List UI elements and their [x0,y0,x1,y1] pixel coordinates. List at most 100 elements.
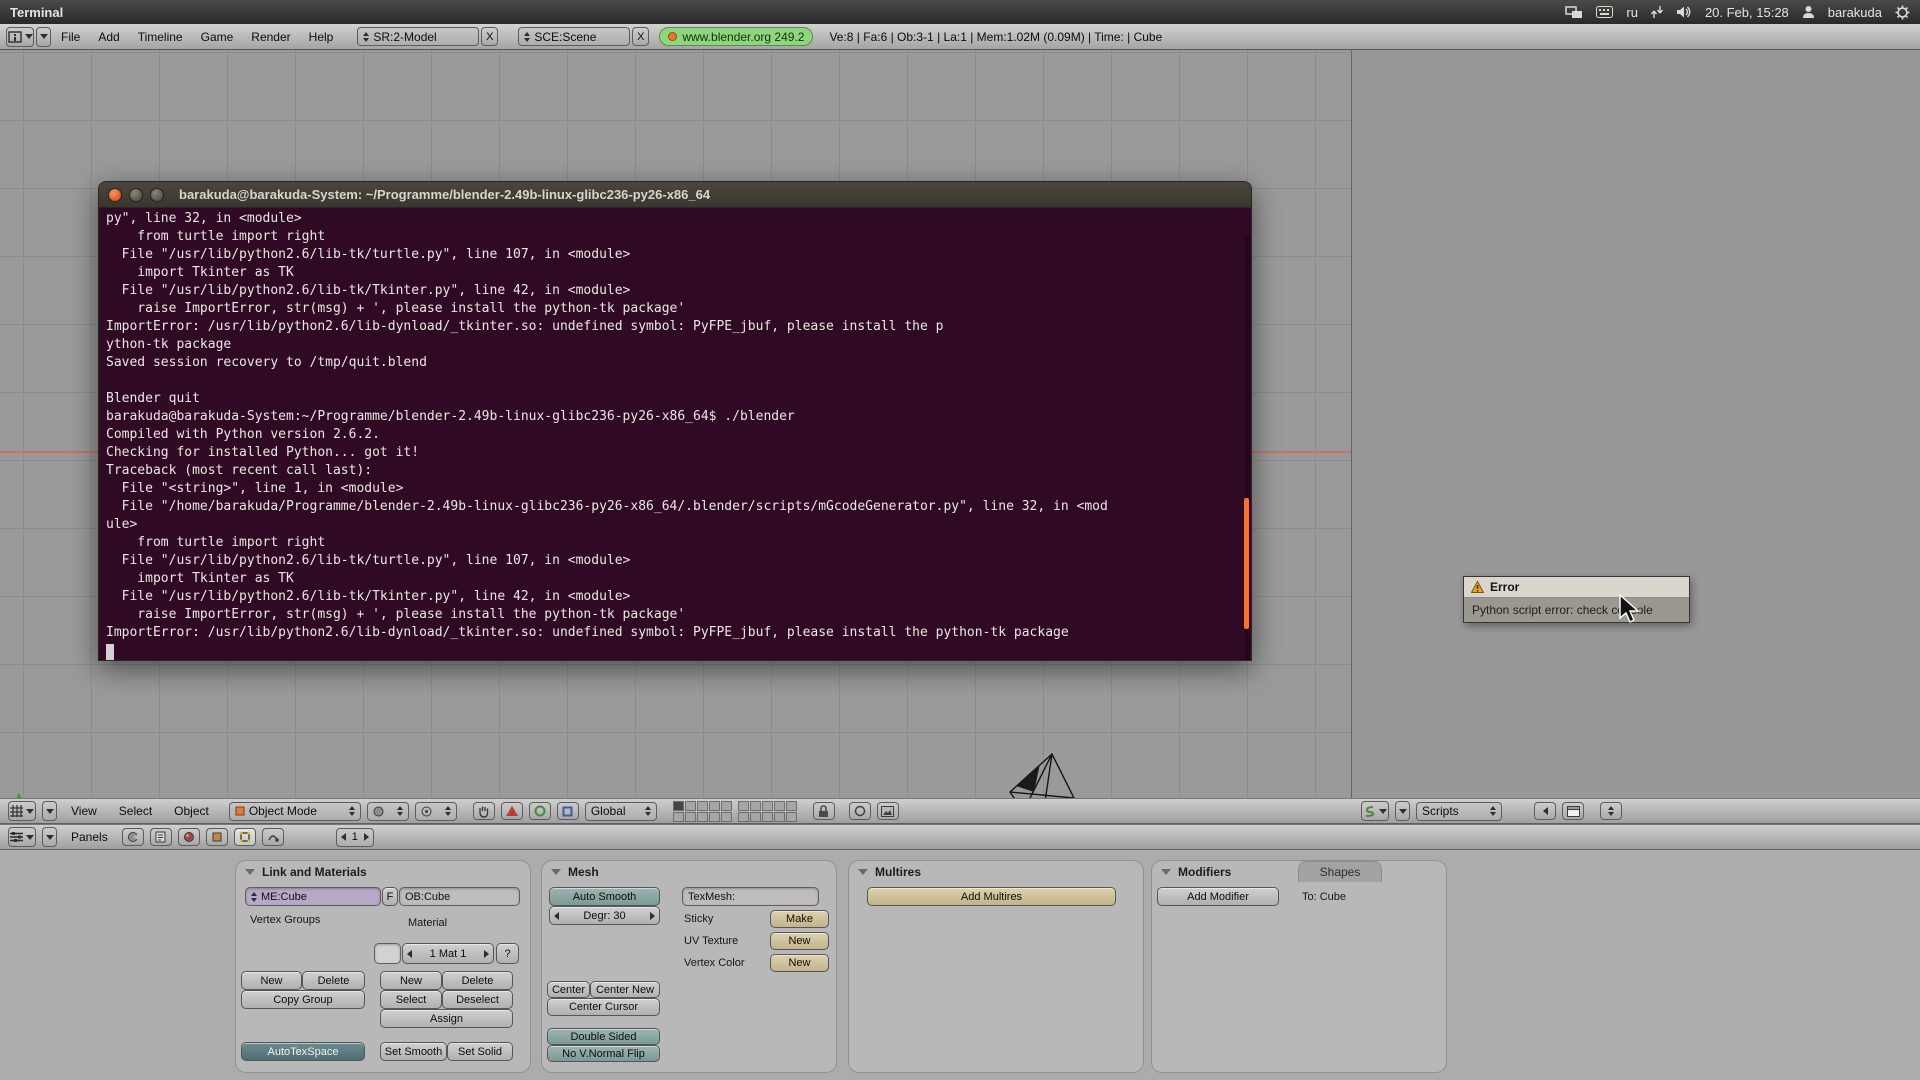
copy-group-button[interactable]: Copy Group [241,990,365,1009]
scripts-window-area[interactable] [1353,50,1920,798]
scene-delete-button[interactable]: X [632,27,649,46]
manipulator-scale-button[interactable] [557,802,579,820]
auto-smooth-toggle[interactable]: Auto Smooth [549,887,660,906]
scene-selector[interactable]: SCE:Scene [518,27,630,46]
layer-buttons-group-1[interactable] [673,801,732,822]
clock[interactable]: 20. Feb, 15:28 [1705,5,1789,20]
center-new-button[interactable]: Center New [590,981,660,998]
degr-decrement-icon[interactable] [554,912,559,920]
context-physics-button[interactable] [262,828,284,846]
vertex-group-new-button[interactable]: New [241,971,302,990]
center-cursor-button[interactable]: Center Cursor [547,998,660,1016]
context-editing-button[interactable] [234,828,256,846]
render-preview-button[interactable] [877,802,899,820]
buttons-editor-type-button[interactable] [8,827,36,847]
material-new-button[interactable]: New [380,971,442,990]
session-gear-icon[interactable] [1895,5,1910,20]
material-next-icon[interactable] [484,950,489,958]
mode-dropdown[interactable]: Object Mode [229,802,361,821]
menu-file[interactable]: File [53,30,88,44]
keyboard-layout-label[interactable]: ru [1626,5,1638,20]
set-solid-button[interactable]: Set Solid [447,1042,513,1061]
lock-layers-button[interactable] [813,802,835,820]
object-name-field[interactable]: OB:Cube [399,887,520,906]
scripts-menu-dropdown[interactable]: Scripts [1416,802,1502,821]
menu-view[interactable]: View [63,804,105,818]
deselect-button[interactable]: Deselect [442,990,513,1009]
panel-header[interactable]: Mesh [542,861,608,883]
panel-collapse-icon[interactable] [245,869,255,875]
terminal-output[interactable]: py", line 32, in <module> from turtle im… [98,208,1252,661]
material-delete-button[interactable]: Delete [442,971,513,990]
proportional-edit-button[interactable] [849,802,871,820]
context-shading-button[interactable] [178,828,200,846]
window-close-button[interactable] [108,188,122,202]
panel-header[interactable]: Link and Materials [236,861,376,883]
info-editor-type-button[interactable] [6,27,34,47]
manipulator-rotate-button[interactable] [529,802,551,820]
manipulator-toggle-button[interactable] [473,802,495,820]
pivot-dropdown[interactable] [415,802,457,821]
select-button[interactable]: Select [380,990,442,1009]
menu-object[interactable]: Object [166,804,217,818]
material-help-button[interactable]: ? [496,943,519,964]
set-smooth-button[interactable]: Set Smooth [380,1042,447,1061]
vertex-group-delete-button[interactable]: Delete [302,971,365,990]
back-button[interactable] [1534,802,1556,820]
scripts-editor-type-button[interactable] [1361,801,1389,821]
add-modifier-button[interactable]: Add Modifier [1157,887,1279,906]
header-position-button[interactable] [1600,802,1622,820]
screen-selector[interactable]: SR:2-Model [357,27,479,46]
uv-texture-new-button[interactable]: New [770,932,829,950]
tab-shapes[interactable]: Shapes [1298,861,1382,882]
buttons-menu-collapse-button[interactable] [42,827,57,847]
double-sided-toggle[interactable]: Double Sided [547,1028,660,1045]
context-logic-button[interactable] [122,828,144,846]
screen-toggle-button[interactable] [1562,802,1584,820]
panel-collapse-icon[interactable] [1161,869,1171,875]
menu-select[interactable]: Select [111,804,160,818]
material-color-swatch[interactable] [374,943,401,964]
terminal-scrollbar[interactable] [1245,235,1250,661]
fake-user-button[interactable]: F [382,887,398,906]
assign-button[interactable]: Assign [380,1009,513,1028]
session-user-label[interactable]: barakuda [1828,5,1882,20]
no-vnormal-flip-toggle[interactable]: No V.Normal Flip [547,1045,660,1062]
material-index-selector[interactable]: 1 Mat 1 [402,943,494,964]
context-script-button[interactable] [150,828,172,846]
draw-type-dropdown[interactable] [367,802,409,821]
sticky-make-button[interactable]: Make [770,910,829,928]
window-maximize-button[interactable] [150,188,164,202]
add-multires-button[interactable]: Add Multires [867,887,1116,906]
tab-modifiers[interactable]: Modifiers [1178,865,1231,879]
blender-version-link[interactable]: www.blender.org 249.2 [659,27,813,46]
degr-slider[interactable]: Degr: 30 [549,906,660,925]
manipulator-translate-button[interactable] [501,802,523,820]
scripts-menu-collapse-button[interactable] [1395,801,1410,821]
window-minimize-button[interactable] [129,188,143,202]
autotexspace-toggle[interactable]: AutoTexSpace [241,1042,365,1061]
menu-render[interactable]: Render [243,30,298,44]
texmesh-field[interactable]: TexMesh: [682,887,819,906]
viewport-editor-type-button[interactable] [8,801,36,821]
layer-buttons-group-2[interactable] [738,801,797,822]
panels-menu[interactable]: Panels [63,830,116,844]
degr-increment-icon[interactable] [650,912,655,920]
frame-number-field[interactable]: 1 [336,828,374,847]
panel-collapse-icon[interactable] [551,869,561,875]
updown-sync-icon[interactable] [1651,5,1663,19]
frame-decrement-icon[interactable] [341,833,346,841]
volume-icon[interactable] [1676,5,1692,19]
frame-increment-icon[interactable] [364,833,369,841]
terminal-titlebar[interactable]: barakuda@barakuda-System: ~/Programme/bl… [98,181,1252,208]
menu-add[interactable]: Add [90,30,127,44]
menu-timeline[interactable]: Timeline [130,30,191,44]
vertex-color-new-button[interactable]: New [770,954,829,972]
screen-delete-button[interactable]: X [481,27,498,46]
context-object-button[interactable] [206,828,228,846]
menu-help[interactable]: Help [301,30,342,44]
network-icon[interactable] [1565,5,1583,19]
header-menu-collapse-button[interactable] [36,27,51,47]
panel-collapse-icon[interactable] [858,869,868,875]
panel-header[interactable]: Modifiers [1152,861,1240,883]
